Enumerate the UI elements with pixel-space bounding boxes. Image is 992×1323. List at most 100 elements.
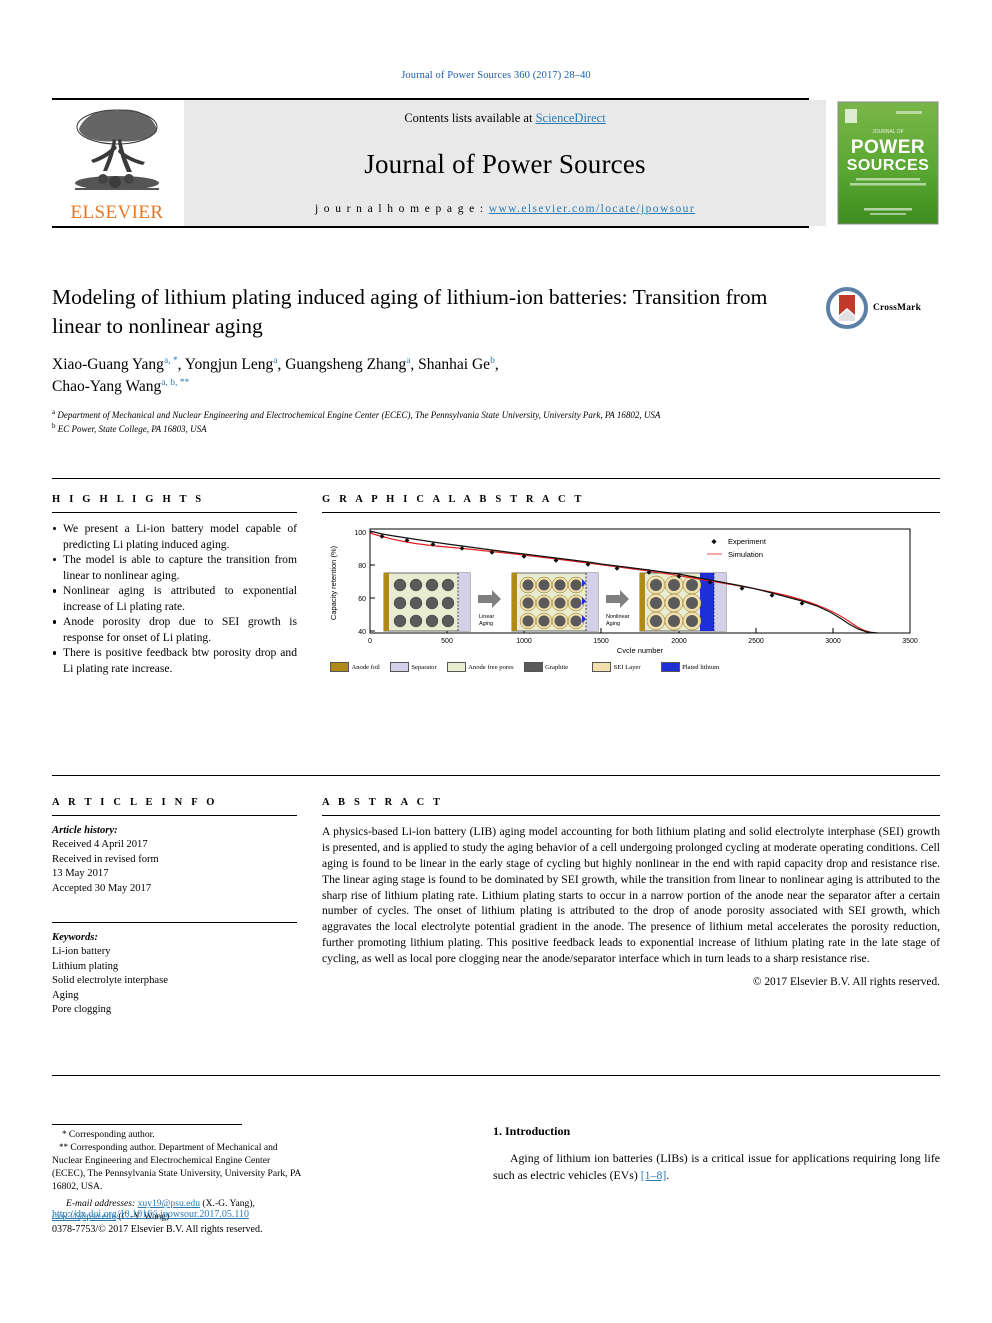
history-item: Accepted 30 May 2017: [52, 882, 152, 894]
section-divider-top: [52, 478, 940, 479]
author-name: Shanhai Ge: [418, 356, 491, 374]
author-entry: Chao-Yang Wanga, b, **: [52, 378, 189, 395]
journal-homepage-line: j o u r n a l h o m e p a g e : www.else…: [315, 203, 695, 215]
y-tick-60: 60: [358, 596, 366, 603]
x-tick-0: 0: [368, 638, 372, 645]
page-title: Modeling of lithium plating induced agin…: [52, 285, 768, 338]
svg-text:JOURNAL OF: JOURNAL OF: [872, 129, 903, 135]
running-head: Journal of Power Sources 360 (2017) 28–4…: [401, 70, 591, 81]
elsevier-logo: ELSEVIER: [52, 100, 182, 226]
article-history-label: Article history:: [52, 825, 118, 836]
journal-cover-image: JOURNAL OF POWER SOURCES: [837, 101, 939, 225]
legend-label: Graphite: [545, 663, 569, 671]
list-item: Anode porosity drop due to SEI growth is…: [52, 614, 297, 645]
x-tick-2500: 2500: [748, 638, 764, 645]
journal-homepage-link[interactable]: www.elsevier.com/locate/jpowsour: [489, 203, 695, 215]
author-affil-mark: a: [406, 356, 411, 367]
panel-label-nonlinear2: Aging: [606, 621, 620, 627]
legend-label: Plated lithium: [682, 663, 720, 671]
doi-link[interactable]: http://dx.doi.org/10.1016/j.jpowsour.201…: [52, 1209, 249, 1220]
masthead-bottom-rule: [52, 226, 809, 228]
author-affil-mark: a: [273, 356, 278, 367]
y-tick-80: 80: [358, 563, 366, 570]
crossmark-label: CrossMark: [873, 303, 922, 313]
double-asterisk-icon: **: [59, 1142, 68, 1153]
author-entry: Xiao-Guang Yanga, *,: [52, 356, 185, 374]
introduction-section: 1. Introduction Aging of lithium ion bat…: [493, 1124, 940, 1184]
contents-available-line: Contents lists available at ScienceDirec…: [404, 111, 605, 126]
inset-schematic-panel-1: [383, 572, 471, 632]
highlights-rule: [52, 512, 297, 513]
legend-item: Graphite: [523, 662, 569, 672]
legend-item: Anode free pores: [446, 662, 514, 672]
section-divider-middle: [52, 775, 940, 776]
x-tick-500: 500: [441, 638, 453, 645]
title-block: Modeling of lithium plating induced agin…: [52, 283, 940, 436]
panel-label-linear2: Aging: [479, 621, 493, 627]
abstract-copyright: © 2017 Elsevier B.V. All rights reserved…: [752, 975, 940, 988]
affiliation-text: Department of Mechanical and Nuclear Eng…: [57, 410, 661, 421]
journal-masthead: ELSEVIER Contents lists available at Sci…: [52, 98, 940, 228]
elsevier-tree-icon: [75, 109, 159, 190]
author-affil-mark: a, *: [163, 356, 178, 367]
homepage-prefix: j o u r n a l h o m e p a g e :: [314, 203, 489, 215]
legend-label: Separator: [411, 663, 437, 671]
affiliation-mark: b: [52, 421, 56, 430]
x-tick-1000: 1000: [516, 638, 532, 645]
legend-label-experiment: Experiment: [728, 537, 767, 546]
author-affil-mark: b: [490, 356, 495, 367]
keyword-item: Li-ion battery: [52, 946, 111, 958]
keyword-item: Lithium plating: [52, 960, 119, 972]
keywords-block: Keywords: Li-ion battery Lithium plating…: [52, 931, 297, 1017]
x-tick-3000: 3000: [825, 638, 841, 645]
legend-swatch: [446, 662, 466, 672]
article-info-section: A R T I C L E I N F O Article history: R…: [52, 797, 297, 1017]
legend-label: Anode foil: [351, 663, 380, 671]
affiliation-item: a Department of Mechanical and Nuclear E…: [52, 408, 912, 422]
legend-item: Plated lithium: [660, 662, 720, 672]
graphical-abstract-rule: [322, 512, 940, 513]
list-item: The model is able to capture the transit…: [52, 552, 297, 583]
graphical-abstract-figure: 100 80 60 40 Capacity retention (%) 0 50…: [322, 525, 934, 672]
history-item: Received in revised form: [52, 853, 159, 865]
affiliation-text: EC Power, State College, PA 16803, USA: [57, 423, 207, 434]
author-name: Chao-Yang Wang: [52, 378, 162, 396]
journal-title: Journal of Power Sources: [364, 149, 646, 179]
keyword-item: Pore clogging: [52, 1004, 112, 1016]
x-tick-1500: 1500: [593, 638, 609, 645]
author-affil-mark: a, b, **: [161, 378, 190, 389]
capacity-retention-chart: 100 80 60 40 Capacity retention (%) 0 50…: [329, 528, 918, 655]
footnote-item: ** Corresponding author. Department of M…: [52, 1141, 302, 1193]
legend-item: Anode foil: [330, 662, 380, 672]
sciencedirect-link[interactable]: ScienceDirect: [536, 111, 606, 125]
x-tick-2000: 2000: [671, 638, 687, 645]
abstract-text: A physics-based Li-ion battery (LIB) agi…: [322, 825, 940, 965]
legend-label-simulation: Simulation: [728, 550, 763, 559]
crossmark-badge[interactable]: CrossMark: [826, 285, 934, 331]
author-name: Xiao-Guang Yang: [52, 356, 164, 374]
elsevier-wordmark: ELSEVIER: [70, 202, 164, 223]
author-name: Guangsheng Zhang: [285, 356, 407, 374]
affiliation-item: b EC Power, State College, PA 16803, USA: [52, 422, 912, 436]
doi-block: http://dx.doi.org/10.1016/j.jpowsour.201…: [52, 1208, 352, 1237]
abstract-heading: A B S T R A C T: [322, 797, 444, 808]
x-tick-3500: 3500: [902, 638, 918, 645]
footnote-rule: [52, 1124, 242, 1125]
highlights-section: H I G H L I G H T S We present a Li-ion …: [52, 494, 297, 676]
y-tick-100: 100: [354, 530, 366, 537]
keyword-item: Aging: [52, 989, 79, 1001]
masthead-center: Contents lists available at ScienceDirec…: [184, 100, 826, 226]
abstract-rule: [322, 815, 940, 816]
author-entry: Shanhai Geb,: [418, 356, 499, 374]
author-list: Xiao-Guang Yanga, *, Yongjun Lenga, Guan…: [52, 354, 852, 398]
citation-link[interactable]: [1–8]: [641, 1168, 667, 1182]
introduction-heading: 1. Introduction: [493, 1124, 571, 1138]
keywords-rule: [52, 922, 297, 924]
legend-swatch: [389, 662, 409, 672]
material-legend: Anode foil Separator Anode free pores Gr…: [322, 662, 934, 672]
svg-text:POWER: POWER: [851, 137, 925, 158]
graphical-abstract-section: G R A P H I C A L A B S T R A C T 100 80…: [322, 494, 940, 672]
svg-text:SOURCES: SOURCES: [847, 157, 930, 174]
contents-prefix: Contents lists available at: [404, 111, 536, 125]
list-item: We present a Li-ion battery model capabl…: [52, 521, 297, 552]
